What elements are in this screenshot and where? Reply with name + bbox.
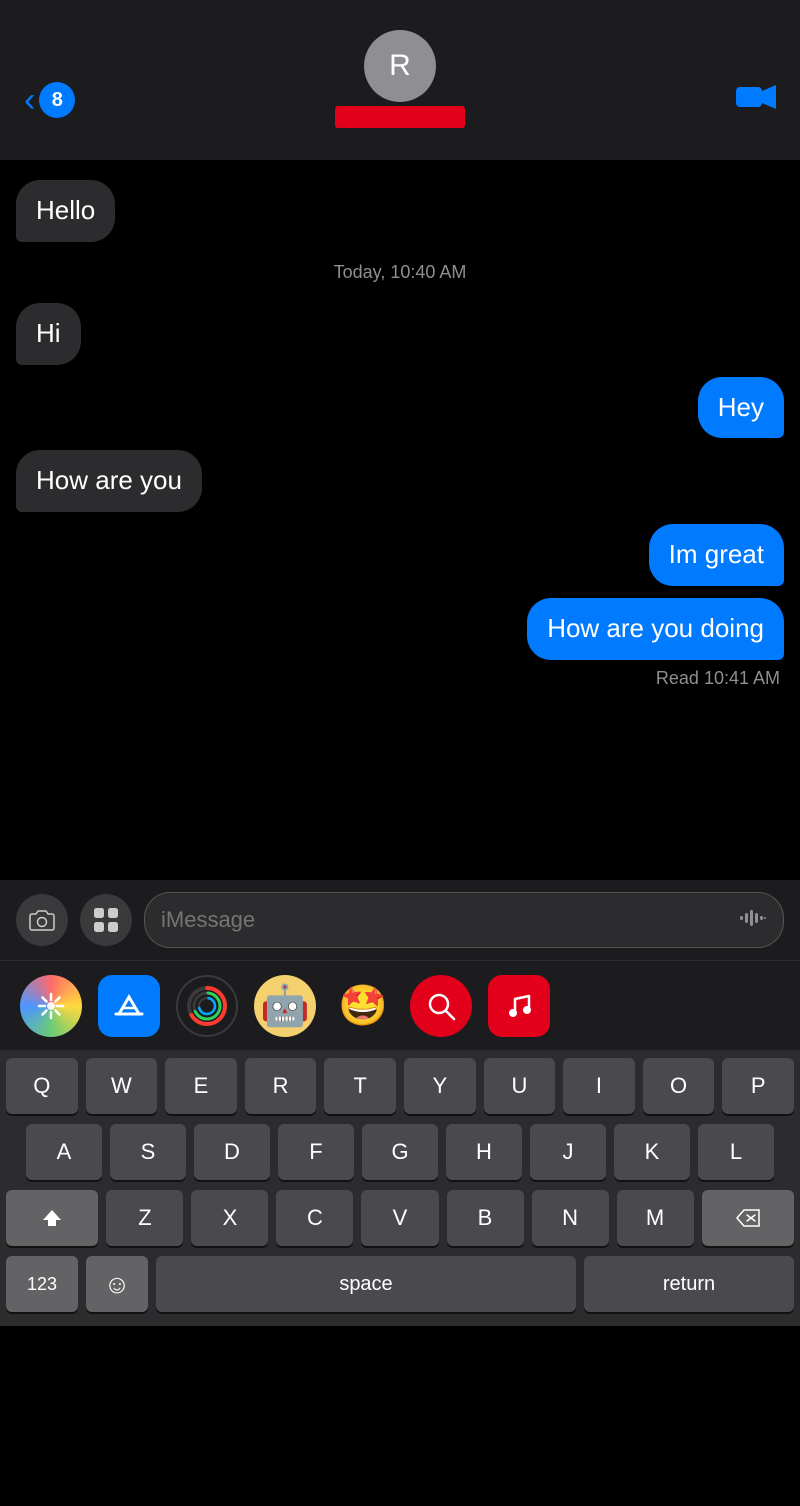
key-p[interactable]: P — [722, 1058, 794, 1114]
timestamp-1: Today, 10:40 AM — [16, 254, 784, 291]
key-s[interactable]: S — [110, 1124, 186, 1180]
key-f[interactable]: F — [278, 1124, 354, 1180]
numbers-key[interactable]: 123 — [6, 1256, 78, 1312]
key-z[interactable]: Z — [106, 1190, 183, 1246]
key-n[interactable]: N — [532, 1190, 609, 1246]
message-bubble-sent-1: Hey — [698, 377, 784, 439]
message-input-wrap[interactable] — [144, 892, 784, 948]
photos-app-icon[interactable] — [20, 975, 82, 1037]
header: ‹ 8 R — [0, 0, 800, 160]
message-bubble-received-2: Hi — [16, 303, 81, 365]
delete-key[interactable] — [702, 1190, 794, 1246]
keyboard-row-3: Z X C V B N M — [6, 1190, 794, 1246]
memoji1-icon[interactable]: 🤖 — [254, 975, 316, 1037]
app-drawer: 🤖 🤩 — [0, 960, 800, 1050]
input-bar — [0, 880, 800, 960]
keyboard: Q W E R T Y U I O P A S D F G H J K L Z … — [0, 1050, 800, 1326]
activity-icon[interactable] — [176, 975, 238, 1037]
key-y[interactable]: Y — [404, 1058, 476, 1114]
key-c[interactable]: C — [276, 1190, 353, 1246]
globe-search-icon[interactable] — [410, 975, 472, 1037]
key-x[interactable]: X — [191, 1190, 268, 1246]
audio-icon — [739, 905, 767, 936]
key-t[interactable]: T — [324, 1058, 396, 1114]
message-input[interactable] — [161, 907, 739, 933]
camera-button[interactable] — [16, 894, 68, 946]
return-key[interactable]: return — [584, 1256, 794, 1312]
key-g[interactable]: G — [362, 1124, 438, 1180]
key-o[interactable]: O — [643, 1058, 715, 1114]
avatar: R — [364, 30, 436, 102]
read-receipt: Read 10:41 AM — [16, 668, 784, 689]
back-badge: 8 — [39, 82, 75, 118]
keyboard-row-1: Q W E R T Y U I O P — [6, 1058, 794, 1114]
keyboard-row-2: A S D F G H J K L — [6, 1124, 794, 1180]
memoji2-icon[interactable]: 🤩 — [332, 975, 394, 1037]
key-b[interactable]: B — [447, 1190, 524, 1246]
key-q[interactable]: Q — [6, 1058, 78, 1114]
space-key[interactable]: space — [156, 1256, 576, 1312]
video-call-button[interactable] — [736, 83, 776, 118]
key-v[interactable]: V — [361, 1190, 438, 1246]
key-d[interactable]: D — [194, 1124, 270, 1180]
key-i[interactable]: I — [563, 1058, 635, 1114]
key-r[interactable]: R — [245, 1058, 317, 1114]
emoji-key[interactable]: ☺ — [86, 1256, 148, 1312]
key-e[interactable]: E — [165, 1058, 237, 1114]
contact-name-bar — [335, 106, 465, 128]
message-bubble-sent-3: How are you doing — [527, 598, 784, 660]
key-h[interactable]: H — [446, 1124, 522, 1180]
appstore-icon[interactable] — [98, 975, 160, 1037]
key-l[interactable]: L — [698, 1124, 774, 1180]
keyboard-row-4: 123 ☺ space return — [6, 1256, 794, 1312]
back-chevron-icon: ‹ — [24, 83, 35, 117]
back-button[interactable]: ‹ 8 — [24, 82, 75, 118]
key-a[interactable]: A — [26, 1124, 102, 1180]
key-j[interactable]: J — [530, 1124, 606, 1180]
contact-info[interactable]: R — [335, 30, 465, 128]
messages-area: Hello Today, 10:40 AM Hi Hey How are you… — [0, 160, 800, 880]
shift-key[interactable] — [6, 1190, 98, 1246]
music-icon[interactable] — [488, 975, 550, 1037]
message-bubble-received-3: How are you — [16, 450, 202, 512]
key-u[interactable]: U — [484, 1058, 556, 1114]
key-m[interactable]: M — [617, 1190, 694, 1246]
message-bubble-sent-2: Im great — [649, 524, 784, 586]
message-bubble-received-1: Hello — [16, 180, 115, 242]
apps-button[interactable] — [80, 894, 132, 946]
key-k[interactable]: K — [614, 1124, 690, 1180]
key-w[interactable]: W — [86, 1058, 158, 1114]
